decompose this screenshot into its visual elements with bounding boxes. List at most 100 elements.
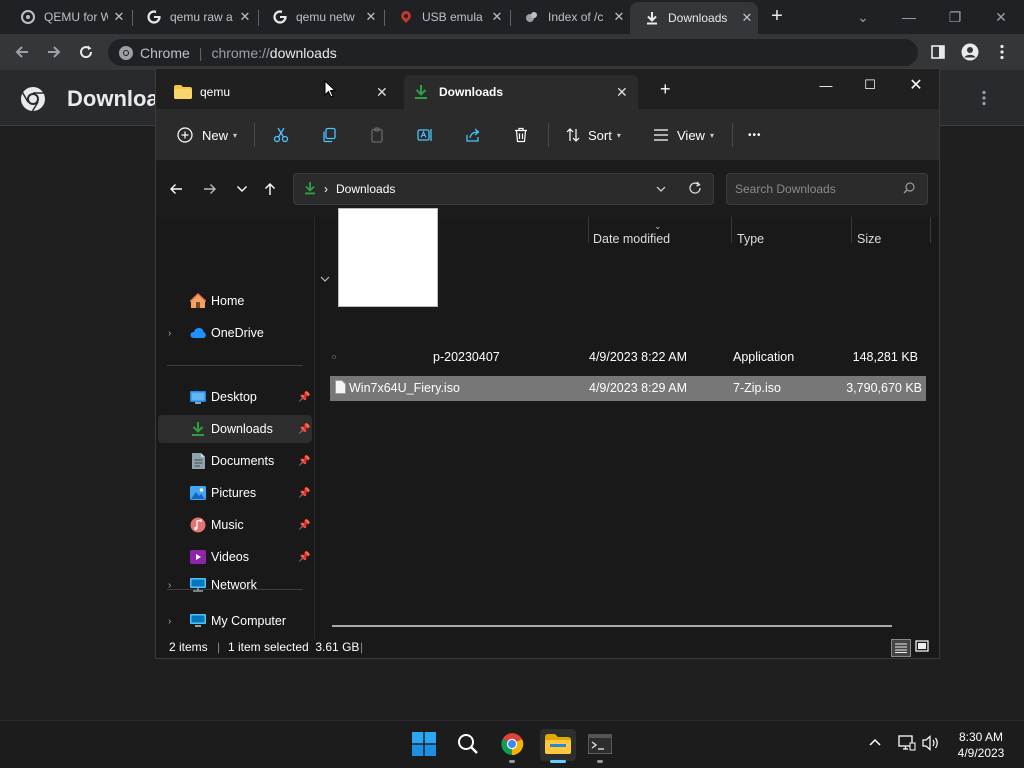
details-view-icon[interactable] (891, 639, 911, 657)
explorer-tab-downloads[interactable]: Downloads ✕ (404, 75, 638, 109)
file-date: 4/9/2023 8:29 AM (589, 381, 687, 395)
sidebar-item-my-computer[interactable]: › My Computer (158, 607, 312, 635)
close-icon[interactable]: ✕ (108, 9, 130, 25)
sidebar-item-label: Downloads (211, 422, 273, 436)
reload-icon[interactable] (74, 40, 98, 64)
copy-icon (318, 124, 340, 146)
pin-icon[interactable]: 📌 (298, 520, 310, 531)
file-size: 3,790,670 KB (846, 381, 922, 395)
close-icon[interactable]: ✕ (616, 84, 628, 101)
sidebar-item-onedrive[interactable]: › OneDrive (158, 319, 312, 347)
sidebar-item-home[interactable]: Home (158, 287, 312, 315)
back-icon[interactable] (10, 40, 34, 64)
chevron-down-icon: ▾ (233, 130, 238, 140)
close-icon[interactable]: ✕ (486, 9, 508, 25)
file-icon (335, 380, 346, 397)
scissors-icon (270, 124, 292, 146)
sidebar-item-videos[interactable]: Videos 📌 (158, 543, 312, 571)
chevron-down-icon[interactable] (656, 181, 666, 195)
copy-button[interactable] (318, 121, 340, 149)
chrome-tab-downloads[interactable]: Downloads ✕ (630, 2, 758, 34)
tab-search-icon[interactable]: ⌄ (840, 0, 886, 34)
close-icon[interactable]: ✕ (736, 10, 758, 26)
taskbar-search-button[interactable] (452, 729, 484, 761)
system-clock[interactable]: 8:30 AM 4/9/2023 (944, 729, 1018, 761)
computer-icon (190, 613, 206, 629)
column-header-size[interactable]: Size (857, 227, 881, 251)
large-icons-view-icon[interactable] (915, 640, 929, 657)
paste-button[interactable] (366, 121, 388, 149)
sort-button[interactable]: Sort ▾ (562, 121, 621, 149)
sidebar-item-network[interactable]: › Network (158, 571, 312, 599)
volume-icon[interactable] (922, 735, 940, 754)
chevron-right-icon[interactable]: › (168, 616, 171, 627)
back-icon[interactable] (164, 177, 188, 201)
file-row-selected[interactable]: Win7x64U_Fiery.iso 4/9/2023 8:29 AM 7-Zi… (330, 376, 926, 401)
explorer-address-bar[interactable]: › Downloads (293, 173, 714, 205)
forward-icon[interactable] (42, 40, 66, 64)
taskbar-terminal-button[interactable] (584, 729, 616, 761)
minimize-icon[interactable]: — (886, 0, 932, 34)
breadcrumb[interactable]: Downloads (336, 182, 395, 196)
taskbar-explorer-button[interactable] (540, 729, 576, 761)
pin-icon[interactable]: 📌 (298, 424, 310, 435)
sidebar-item-music[interactable]: Music 📌 (158, 511, 312, 539)
explorer-tab-qemu[interactable]: qemu ✕ (162, 75, 402, 109)
share-button[interactable] (462, 121, 484, 149)
profile-avatar-icon[interactable] (958, 40, 982, 64)
refresh-icon[interactable] (688, 181, 702, 198)
chrome-tab-index[interactable]: Index of /c ✕ (510, 4, 630, 30)
pin-icon[interactable]: 📌 (298, 488, 310, 499)
new-button[interactable]: New ▾ (174, 121, 237, 149)
search-icon (903, 182, 915, 197)
up-icon[interactable] (258, 177, 282, 201)
chrome-tab-qemu-raw[interactable]: qemu raw a ✕ (132, 4, 256, 30)
sidebar-item-desktop[interactable]: Desktop 📌 (158, 383, 312, 411)
start-button[interactable] (408, 729, 440, 761)
column-header-type[interactable]: Type (737, 227, 764, 251)
downloads-menu-icon[interactable] (982, 90, 986, 111)
close-icon[interactable]: ✕ (376, 84, 388, 101)
close-window-icon[interactable]: ✕ (894, 71, 938, 99)
pin-icon[interactable]: 📌 (298, 392, 310, 403)
sidebar-item-documents[interactable]: Documents 📌 (158, 447, 312, 475)
group-collapse-icon[interactable] (320, 271, 330, 285)
side-panel-icon[interactable] (926, 40, 950, 64)
breadcrumb-chevron-icon: › (324, 182, 328, 196)
cut-button[interactable] (270, 121, 292, 149)
address-bar[interactable]: Chrome | chrome://downloads (108, 39, 918, 66)
chevron-right-icon[interactable]: › (168, 580, 171, 591)
close-icon[interactable]: ✕ (234, 9, 256, 25)
taskbar: 8:30 AM 4/9/2023 (0, 720, 1024, 768)
horizontal-scrollbar[interactable] (332, 625, 892, 627)
sidebar-item-pictures[interactable]: Pictures 📌 (158, 479, 312, 507)
chrome-tab-qemu-windows[interactable]: QEMU for W ✕ (6, 4, 130, 30)
show-hidden-icons-icon[interactable] (868, 734, 882, 750)
taskbar-chrome-button[interactable] (496, 729, 528, 761)
more-options-button[interactable]: ••• (748, 121, 762, 149)
pin-icon[interactable]: 📌 (298, 552, 310, 563)
rename-button[interactable] (414, 121, 436, 149)
chrome-tab-qemu-network[interactable]: qemu netw ✕ (258, 4, 382, 30)
view-button[interactable]: View ▾ (650, 121, 714, 149)
forward-icon[interactable] (198, 177, 222, 201)
close-window-icon[interactable]: ✕ (978, 0, 1024, 34)
close-icon[interactable]: ✕ (360, 9, 382, 25)
maximize-icon[interactable]: ☐ (848, 71, 892, 99)
close-icon[interactable]: ✕ (608, 9, 630, 25)
minimize-icon[interactable]: — (804, 71, 848, 99)
new-tab-button[interactable]: + (660, 80, 671, 98)
chrome-tab-title: qemu raw a (170, 10, 233, 24)
kebab-menu-icon[interactable] (990, 40, 1014, 64)
pin-icon[interactable]: 📌 (298, 456, 310, 467)
file-row[interactable]: ▫ p-20230407 4/9/2023 8:22 AM Applicatio… (330, 345, 926, 370)
chrome-tab-usb-emulation[interactable]: USB emula ✕ (384, 4, 508, 30)
recent-locations-icon[interactable] (230, 177, 254, 201)
search-input[interactable]: Search Downloads (726, 173, 928, 205)
sidebar-item-downloads[interactable]: Downloads 📌 (158, 415, 312, 443)
delete-button[interactable] (510, 121, 532, 149)
new-tab-button[interactable]: + (766, 6, 788, 28)
network-status-icon[interactable] (898, 735, 916, 754)
chevron-right-icon[interactable]: › (168, 328, 171, 339)
restore-icon[interactable]: ❐ (932, 0, 978, 34)
